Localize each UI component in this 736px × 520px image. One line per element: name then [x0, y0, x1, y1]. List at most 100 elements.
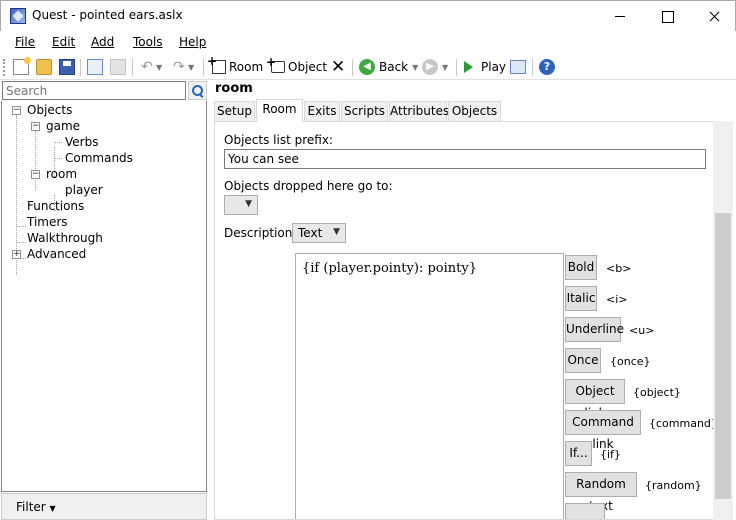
description-label: Description: [224, 226, 297, 240]
description-text: {if (player.pointy): pointy} [302, 261, 477, 276]
save-disk-icon [59, 59, 75, 75]
menu-file-label: File [15, 35, 36, 49]
tree-item-advanced[interactable]: Advanced [27, 247, 86, 261]
help-icon: ? [539, 59, 555, 75]
play-label: Play [481, 60, 507, 74]
new-button[interactable] [13, 57, 31, 77]
tab-attributes[interactable]: Attributes [389, 101, 449, 121]
tab-objects[interactable]: Objects [448, 101, 501, 121]
tree-item-objects[interactable]: Objects [27, 103, 72, 117]
add-object-icon [266, 55, 285, 73]
menu-file[interactable]: File [15, 35, 35, 49]
menu-edit-label: Edit [52, 35, 76, 49]
expand-advanced-toggle[interactable]: + [12, 250, 21, 259]
tree-item-walkthrough[interactable]: Walkthrough [27, 231, 103, 245]
filter-text: Filter [16, 500, 46, 514]
paste-icon [110, 59, 126, 75]
once-button[interactable]: Once [565, 348, 601, 373]
underline-tag: <u> [629, 324, 655, 337]
chevron-down-icon: ▼ [245, 199, 252, 209]
back-button[interactable]: ◀ Back ▼ [359, 57, 418, 77]
minimize-button[interactable] [597, 1, 643, 31]
chevron-down-icon: ▼ [188, 62, 195, 72]
scrollbar-thumb[interactable] [715, 213, 731, 499]
tree-item-game[interactable]: game [46, 119, 80, 133]
random-text-button[interactable]: Random text [565, 472, 637, 513]
log-button[interactable] [510, 57, 526, 77]
forward-button[interactable]: ▶ ▼ [422, 57, 448, 77]
maximize-button[interactable] [644, 1, 690, 31]
quest-app-icon [10, 8, 26, 24]
object-link-button[interactable]: Object link [565, 379, 625, 420]
collapse-objects-toggle[interactable]: − [12, 106, 21, 115]
if-button[interactable]: If... [565, 441, 592, 466]
objects-list-prefix-field[interactable]: You can see [224, 149, 706, 169]
command-link-tag: {command} [649, 417, 716, 430]
new-file-icon [13, 57, 31, 75]
description-text-editor[interactable]: {if (player.pointy): pointy} [295, 253, 564, 519]
menu-help-label: Help [179, 35, 207, 49]
delete-button[interactable]: ✕ [331, 57, 347, 77]
toolbar-separator [456, 59, 457, 76]
collapse-room-toggle[interactable]: − [31, 170, 40, 179]
play-icon [464, 61, 473, 73]
add-room-button[interactable]: Room [207, 54, 264, 77]
command-link-button[interactable]: Command link [565, 410, 641, 451]
search-input[interactable] [2, 81, 186, 100]
tree-line [54, 142, 62, 143]
log-window-icon [510, 60, 526, 74]
objects-dropped-dropdown[interactable]: ▼ [224, 195, 258, 215]
chevron-down-icon: ▼ [156, 62, 163, 72]
tab-room[interactable]: Room [256, 99, 303, 122]
objects-list-prefix-label: Objects list prefix: [224, 133, 333, 147]
more-format-button[interactable] [565, 503, 605, 519]
editor-scrollbar[interactable] [713, 121, 733, 520]
tree-item-timers[interactable]: Timers [27, 215, 68, 229]
menu-add[interactable]: Add [91, 35, 114, 49]
italic-button[interactable]: Italic [565, 286, 597, 311]
menu-help[interactable]: Help [179, 35, 206, 49]
description-type-dropdown[interactable]: Text ▼ [292, 223, 346, 243]
open-button[interactable] [36, 57, 52, 77]
toolbar-separator [203, 59, 204, 76]
help-button[interactable]: ? [539, 57, 555, 77]
tree-item-commands[interactable]: Commands [65, 151, 133, 165]
object-tree[interactable]: − Objects − game Verbs Commands − room p… [1, 101, 207, 492]
close-window-button[interactable] [691, 1, 736, 31]
tab-exits[interactable]: Exits [304, 101, 340, 121]
search-button[interactable] [188, 81, 207, 100]
paste-button[interactable] [110, 57, 126, 77]
play-button[interactable]: Play [464, 57, 506, 77]
add-room-label: Room [229, 60, 264, 74]
bold-button[interactable]: Bold [565, 255, 597, 280]
underline-button[interactable]: Underline [565, 317, 624, 342]
tab-scripts[interactable]: Scripts [341, 101, 388, 121]
open-folder-icon [36, 59, 52, 75]
menu-edit[interactable]: Edit [52, 35, 75, 49]
window-title: Quest - pointed ears.aslx [32, 8, 183, 22]
chevron-down-icon: ▼ [333, 227, 340, 237]
redo-button[interactable]: ↷ ▼ [171, 57, 194, 77]
menu-tools[interactable]: Tools [133, 35, 163, 49]
add-room-icon [207, 54, 226, 74]
copy-icon [87, 59, 103, 75]
copy-button[interactable] [87, 57, 103, 77]
save-button[interactable] [59, 57, 75, 77]
back-label: Back [379, 60, 409, 74]
undo-button[interactable]: ↶ ▼ [139, 57, 162, 77]
random-text-tag: {random} [645, 479, 702, 492]
filter-dropdown[interactable]: Filter ▼ [1, 493, 207, 520]
once-tag: {once} [610, 355, 651, 368]
delete-x-icon: ✕ [331, 57, 346, 77]
toolbar-grip[interactable] [3, 59, 5, 76]
tab-setup[interactable]: Setup [214, 101, 255, 121]
tree-item-functions[interactable]: Functions [27, 199, 84, 213]
objects-dropped-label: Objects dropped here go to: [224, 179, 393, 193]
add-object-button[interactable]: Object [266, 55, 327, 77]
collapse-game-toggle[interactable]: − [31, 122, 40, 131]
tree-line [17, 226, 26, 227]
toolbar-separator [532, 59, 533, 76]
tree-item-player[interactable]: player [65, 183, 103, 197]
tree-item-verbs[interactable]: Verbs [65, 135, 98, 149]
tree-item-room[interactable]: room [46, 167, 77, 181]
